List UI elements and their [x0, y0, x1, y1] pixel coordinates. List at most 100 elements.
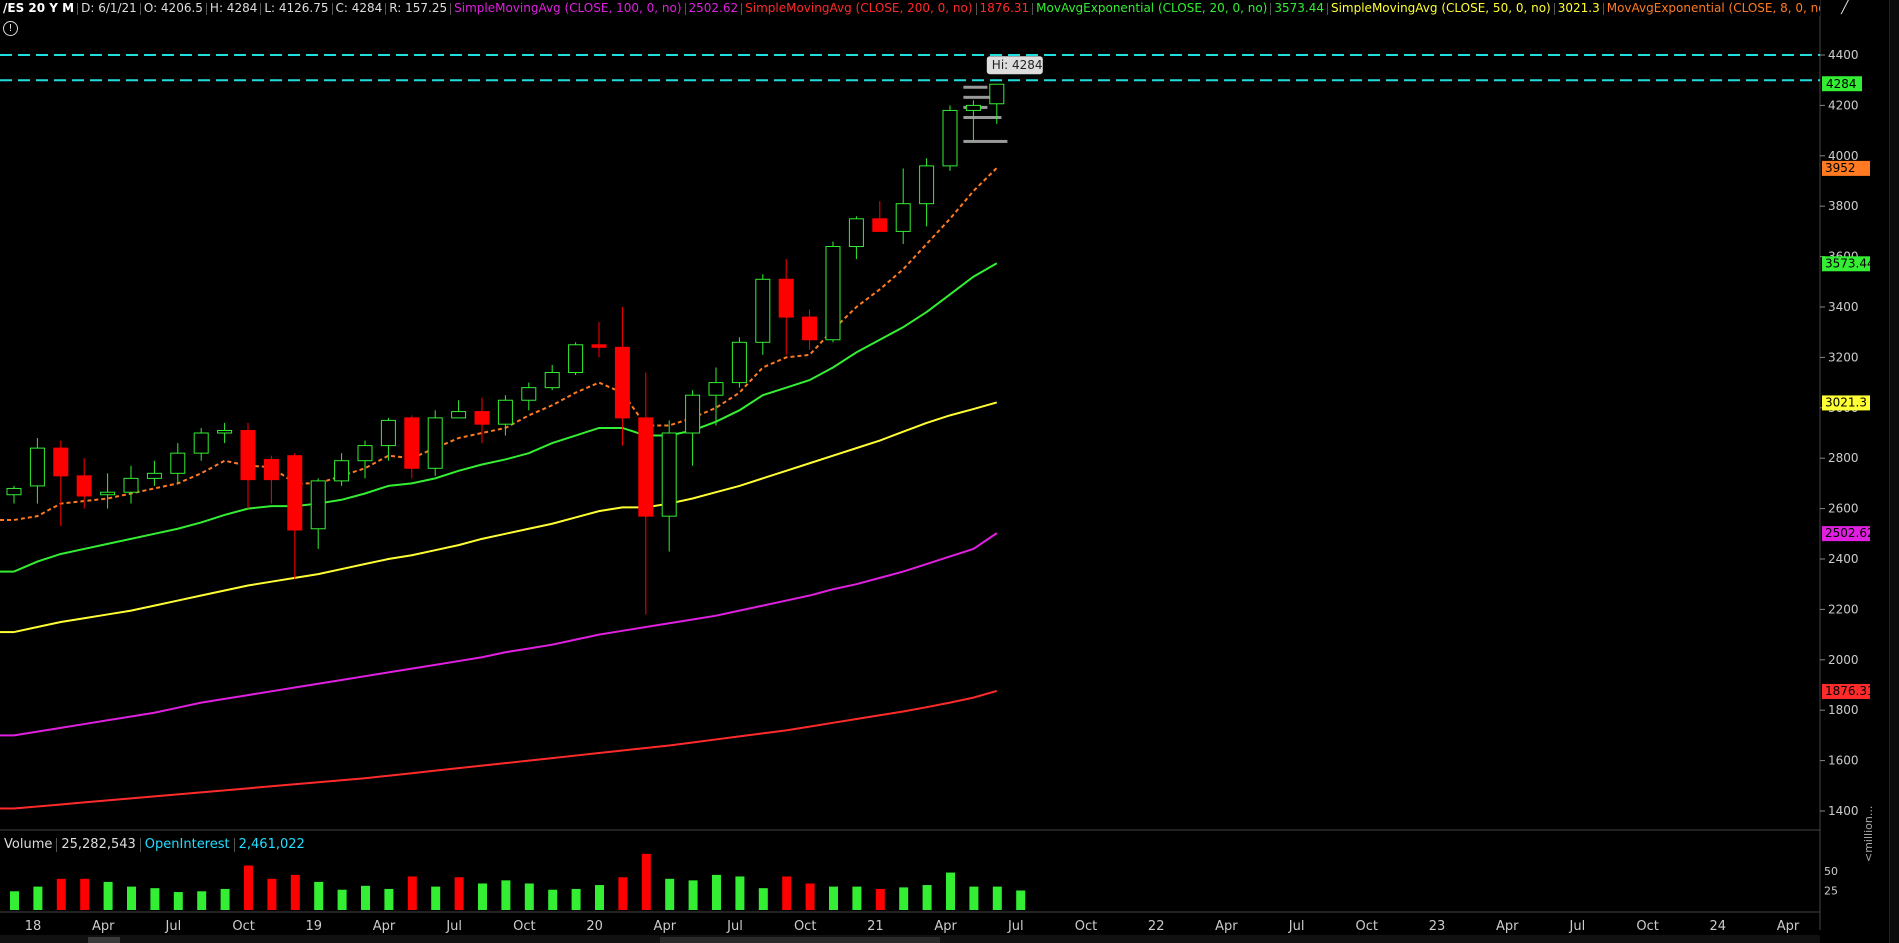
volume-bar	[946, 872, 955, 910]
low-value: L: 4126.75	[264, 1, 329, 15]
price-tick-label: 2600	[1828, 502, 1859, 516]
volume-bar	[805, 883, 815, 910]
volume-bar	[56, 878, 66, 910]
price-chart[interactable]: 1400160018002000220024002600280030003200…	[0, 0, 1889, 943]
candle-body	[685, 394, 701, 434]
volume-bar	[290, 874, 300, 910]
time-tick-label: Oct	[1356, 919, 1378, 934]
time-tick-label: 20	[586, 919, 603, 934]
study-label-2: MovAvgExponential (CLOSE, 20, 0, no)	[1036, 1, 1268, 15]
time-tick-label: Jul	[726, 919, 743, 934]
volume-bar	[969, 886, 979, 910]
ma-line-sma100	[13, 532, 998, 737]
volume-bar	[173, 892, 183, 910]
time-tick-label: Jul	[445, 919, 462, 934]
volume-bar	[758, 888, 768, 910]
study-label-1: SimpleMovingAvg (CLOSE, 200, 0, no)	[745, 1, 973, 15]
info-icon[interactable]: !	[3, 21, 18, 36]
candle-body	[942, 109, 958, 167]
study-legend-header: /ES 20 Y M D: 6/1/21 O: 4206.5 H: 4284 L: 41…	[0, 0, 1820, 16]
time-tick-label: 21	[867, 919, 884, 934]
volume-bar	[244, 865, 253, 910]
price-tick-label: 2400	[1828, 552, 1859, 566]
grey-level-4	[963, 139, 1008, 143]
volume-bar	[665, 878, 675, 910]
candle-body	[217, 429, 233, 434]
close-value: C: 4284	[335, 1, 383, 15]
bar-date: D: 6/1/21	[81, 1, 137, 15]
volume-bar	[478, 883, 487, 910]
candle-body	[614, 346, 630, 419]
hi-bubble-label: Hi: 4284	[992, 58, 1043, 72]
candle-body	[497, 399, 513, 425]
candle-body	[521, 387, 537, 401]
volume-bar	[688, 880, 698, 910]
ma-value-label-ema8: 3952	[1825, 161, 1856, 175]
volume-bar	[431, 886, 441, 910]
volume-units-label: <million...	[1862, 805, 1875, 862]
ma-value-label-sma50: 3021.3	[1825, 395, 1867, 409]
volume-bar	[618, 877, 628, 910]
grey-level-0	[963, 85, 988, 89]
candle-body	[848, 218, 864, 248]
volume-bar	[33, 886, 43, 910]
candle-body	[100, 491, 116, 496]
price-tick-label: 4400	[1828, 48, 1859, 62]
volume-bar	[571, 888, 581, 910]
volume-bar	[127, 886, 136, 910]
candle-body	[240, 429, 256, 481]
open-interest-label: OpenInterest	[144, 837, 230, 852]
grey-level-3	[963, 116, 1002, 119]
volume-tick-label: 25	[1824, 885, 1838, 898]
time-tick-label: 23	[1429, 919, 1446, 934]
volume-bar	[524, 883, 534, 910]
scrollbar-thumb[interactable]	[88, 937, 120, 943]
volume-bar	[501, 880, 511, 910]
candle-body	[357, 445, 373, 462]
price-tick-label: 4200	[1828, 98, 1859, 112]
volume-bar	[852, 886, 862, 910]
price-tick-label: 3800	[1828, 199, 1859, 213]
drawing-tool-icon[interactable]: ╱	[1833, 0, 1857, 16]
time-tick-label: Jul	[165, 919, 182, 934]
volume-bar	[384, 888, 394, 910]
time-tick-label: Apr	[654, 919, 677, 934]
volume-bar	[314, 881, 324, 910]
time-tick-label: Apr	[1496, 919, 1519, 934]
candle-body	[872, 218, 888, 232]
high-value: H: 4284	[209, 1, 258, 15]
volume-bar	[337, 889, 347, 910]
ma-value-label-ema20: 3573.44	[1825, 256, 1875, 270]
time-tick-label: Jul	[1569, 919, 1586, 934]
candle-body	[825, 246, 841, 341]
volume-bar	[641, 853, 651, 910]
candle-body	[404, 417, 420, 469]
candle-body	[427, 417, 443, 469]
candle-body	[380, 419, 396, 447]
candle-body	[146, 472, 162, 479]
right-scroll-gutter[interactable]	[1889, 0, 1899, 943]
last-price-label: 4284	[1826, 77, 1857, 91]
candle-body	[123, 477, 139, 493]
volume-bar	[197, 891, 207, 910]
candle-body	[731, 341, 747, 384]
time-tick-label: Oct	[232, 919, 254, 934]
study-value-1: 1876.31	[979, 1, 1030, 15]
volume-bar	[220, 888, 230, 910]
volume-bar	[875, 888, 885, 910]
price-tick-label: 2000	[1828, 653, 1859, 667]
time-tick-label: 19	[306, 919, 323, 934]
volume-bar	[735, 876, 745, 910]
study-label-4: MovAvgExponential (CLOSE, 8, 0, no)	[1606, 1, 1820, 15]
time-tick-label: Apr	[373, 919, 396, 934]
candle-body	[895, 203, 911, 232]
open-value: O: 4206.5	[143, 1, 203, 15]
candle-body	[334, 460, 350, 482]
time-tick-label: Oct	[1636, 919, 1658, 934]
scrollbar-track-highlight[interactable]	[660, 937, 940, 943]
volume-bar	[595, 885, 604, 910]
study-label-3: SimpleMovingAvg (CLOSE, 50, 0, no)	[1330, 1, 1551, 15]
candle-body	[661, 432, 677, 517]
candle-body	[310, 480, 326, 530]
time-tick-label: Apr	[1777, 919, 1800, 934]
